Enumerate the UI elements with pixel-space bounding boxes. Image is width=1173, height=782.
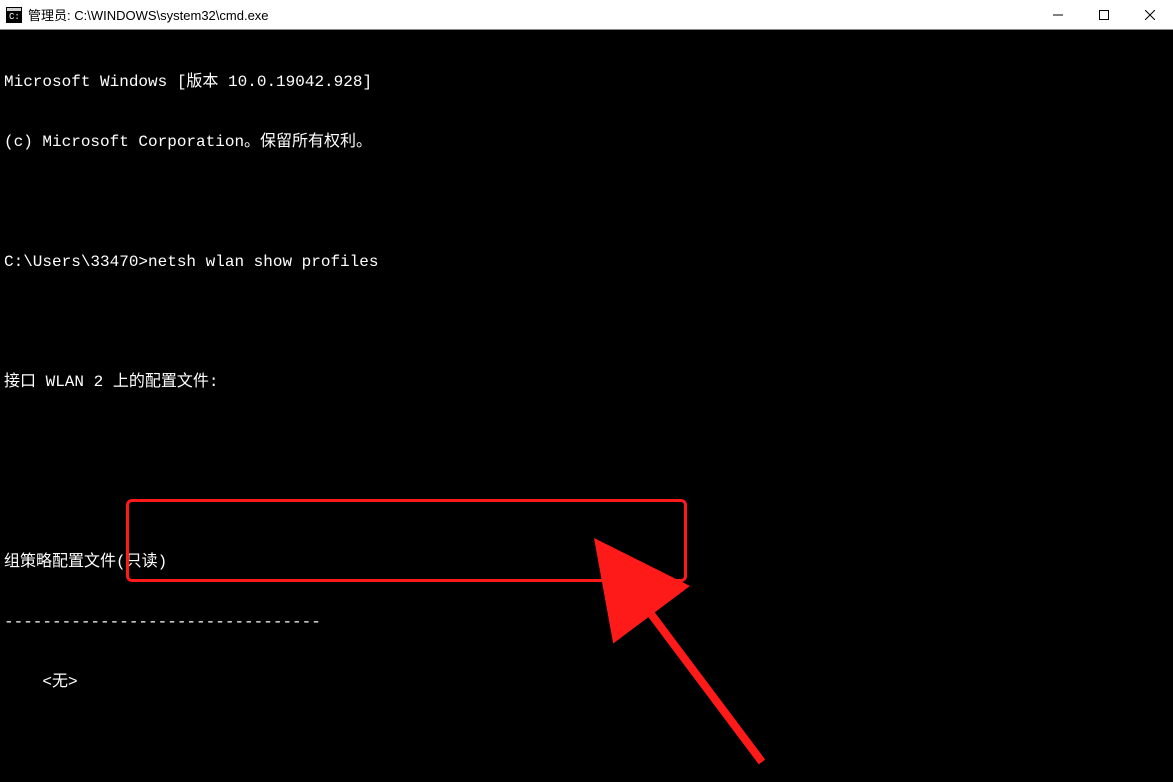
blank-line bbox=[4, 432, 1169, 452]
svg-text:C:: C: bbox=[9, 12, 20, 22]
close-button[interactable] bbox=[1127, 0, 1173, 30]
terminal-body[interactable]: Microsoft Windows [版本 10.0.19042.928] (c… bbox=[0, 30, 1173, 782]
maximize-button[interactable] bbox=[1081, 0, 1127, 30]
terminal-line: (c) Microsoft Corporation。保留所有权利。 bbox=[4, 132, 1169, 152]
terminal-line: C:\Users\33470>netsh wlan show profiles bbox=[4, 252, 1169, 272]
terminal-line: --------------------------------- bbox=[4, 612, 1169, 632]
minimize-button[interactable] bbox=[1035, 0, 1081, 30]
blank-line bbox=[4, 192, 1169, 212]
blank-line bbox=[4, 312, 1169, 332]
titlebar-controls bbox=[1035, 0, 1173, 30]
terminal-line: 组策略配置文件(只读) bbox=[4, 552, 1169, 572]
window-title: 管理员: C:\WINDOWS\system32\cmd.exe bbox=[28, 5, 269, 24]
titlebar-left: C: 管理员: C:\WINDOWS\system32\cmd.exe bbox=[0, 5, 275, 24]
blank-line bbox=[4, 492, 1169, 512]
blank-line bbox=[4, 732, 1169, 752]
terminal-line: <无> bbox=[4, 672, 1169, 692]
terminal-line: 接口 WLAN 2 上的配置文件: bbox=[4, 372, 1169, 392]
cmd-icon: C: bbox=[6, 7, 22, 23]
window-titlebar: C: 管理员: C:\WINDOWS\system32\cmd.exe bbox=[0, 0, 1173, 30]
terminal-line: Microsoft Windows [版本 10.0.19042.928] bbox=[4, 72, 1169, 92]
